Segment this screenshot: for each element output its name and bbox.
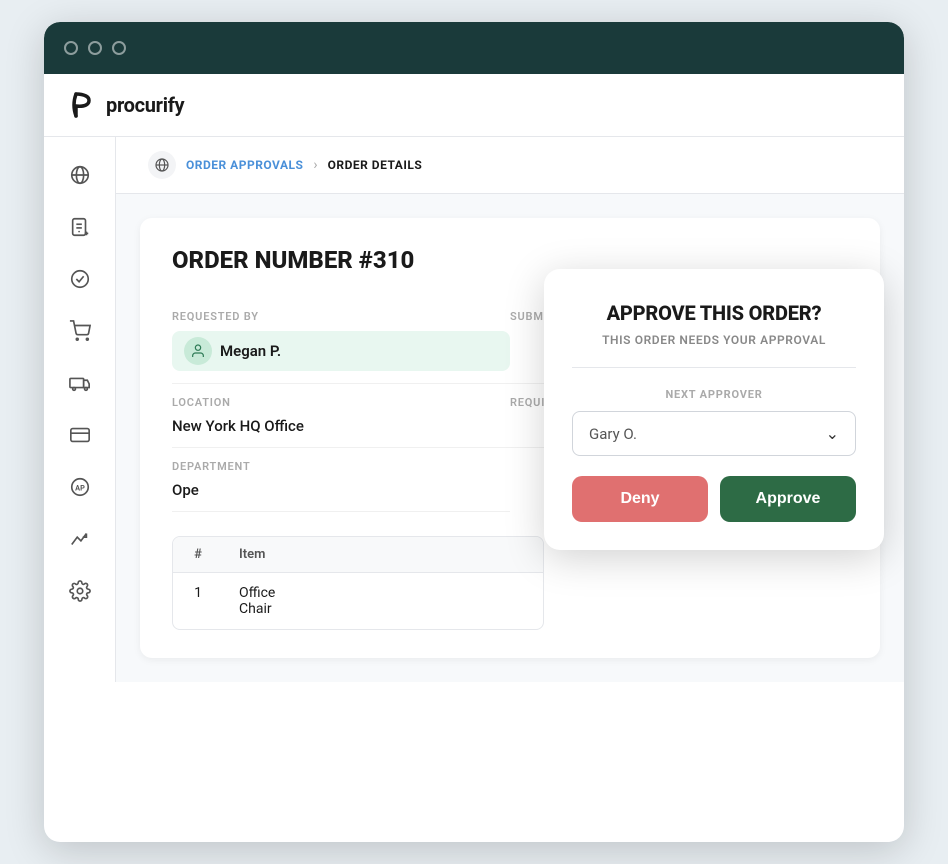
modal-title: APPROVE THIS ORDER? xyxy=(572,301,856,325)
analytics-icon xyxy=(69,528,91,550)
browser-dot-3 xyxy=(112,41,126,55)
sidebar-item-settings[interactable] xyxy=(58,569,102,613)
approver-dropdown[interactable]: Gary O. ⌄ xyxy=(572,411,856,456)
approval-modal: APPROVE THIS ORDER? THIS ORDER NEEDS YOU… xyxy=(544,269,884,550)
modal-overlay: APPROVE THIS ORDER? THIS ORDER NEEDS YOU… xyxy=(116,137,904,682)
app-container: procurify xyxy=(44,74,904,682)
cart-icon xyxy=(69,320,91,342)
ap-icon: AP xyxy=(69,476,91,498)
browser-dot-2 xyxy=(88,41,102,55)
sidebar-item-approvals[interactable] xyxy=(58,257,102,301)
add-order-icon xyxy=(69,216,91,238)
card-icon xyxy=(69,424,91,446)
browser-dot-1 xyxy=(64,41,78,55)
delivery-icon xyxy=(69,372,91,394)
approve-button[interactable]: Approve xyxy=(720,476,856,522)
sidebar-item-analytics[interactable] xyxy=(58,517,102,561)
main-area: AP xyxy=(44,137,904,682)
deny-button[interactable]: Deny xyxy=(572,476,708,522)
logo-icon xyxy=(68,90,98,120)
sidebar-item-delivery[interactable] xyxy=(58,361,102,405)
sidebar-item-card[interactable] xyxy=(58,413,102,457)
sidebar-item-globe[interactable] xyxy=(58,153,102,197)
globe-icon xyxy=(69,164,91,186)
top-bar: procurify xyxy=(44,74,904,137)
approver-name: Gary O. xyxy=(589,425,637,443)
svg-text:AP: AP xyxy=(75,484,85,493)
next-approver-label: NEXT APPROVER xyxy=(572,388,856,401)
logo-area: procurify xyxy=(68,90,184,120)
content-area: ORDER APPROVALS › ORDER DETAILS ORDER NU… xyxy=(116,137,904,682)
sidebar-item-cart[interactable] xyxy=(58,309,102,353)
sidebar-item-ap[interactable]: AP xyxy=(58,465,102,509)
modal-subtitle: THIS ORDER NEEDS YOUR APPROVAL xyxy=(572,333,856,368)
sidebar-item-add-order[interactable] xyxy=(58,205,102,249)
sidebar: AP xyxy=(44,137,116,682)
browser-titlebar xyxy=(44,22,904,74)
approvals-icon xyxy=(69,268,91,290)
logo-text: procurify xyxy=(106,93,184,117)
browser-window: procurify xyxy=(44,22,904,842)
modal-actions: Deny Approve xyxy=(572,476,856,522)
chevron-down-icon: ⌄ xyxy=(826,424,839,443)
settings-icon xyxy=(69,580,91,602)
